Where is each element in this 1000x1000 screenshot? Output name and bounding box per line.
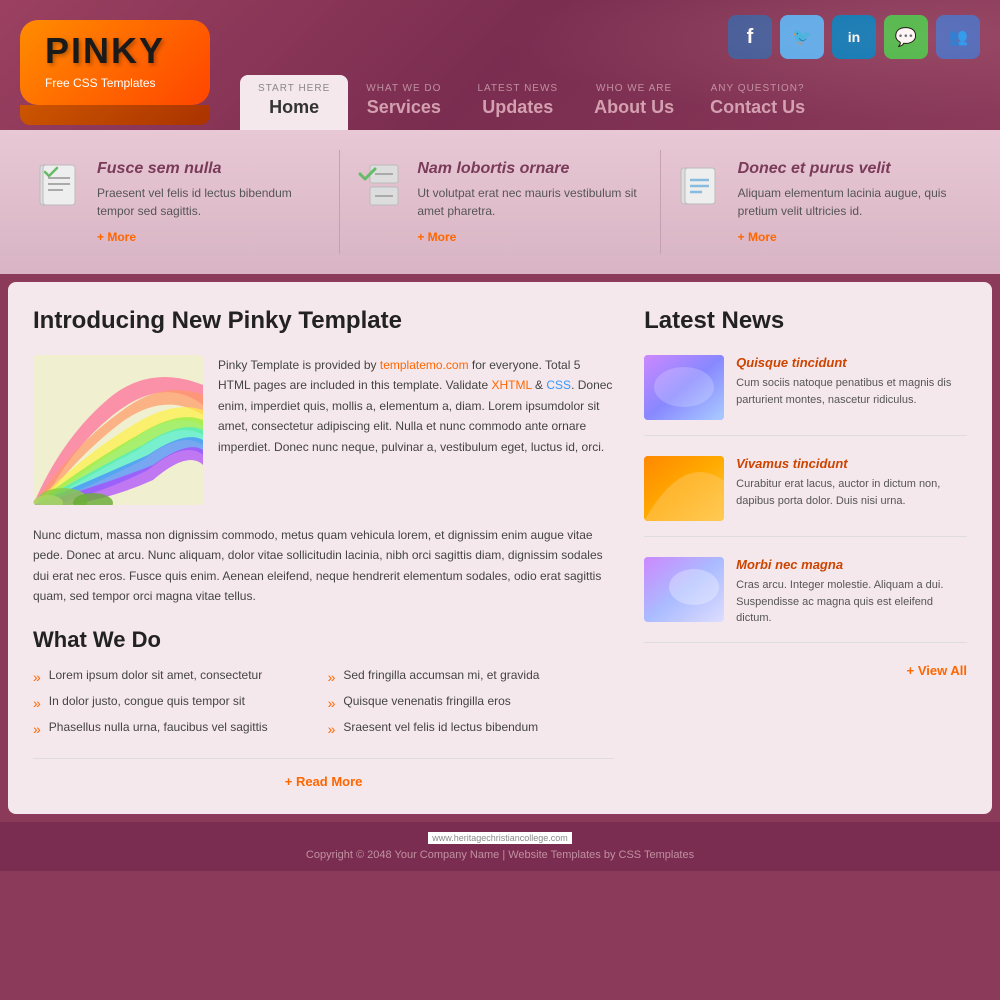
feature-1-desc: Praesent vel felis id lectus bibendum te… (97, 184, 324, 220)
wwd-arrow-3: » (33, 720, 41, 738)
wwd-list: » Lorem ipsum dolor sit amet, consectetu… (33, 668, 614, 739)
left-column: Introducing New Pinky Template (33, 307, 614, 789)
feature-1-icon (35, 160, 85, 210)
news-item-1: Quisque tincidunt Cum sociis natoque pen… (644, 355, 967, 436)
news-title-1[interactable]: Quisque tincidunt (736, 355, 967, 370)
latest-news-title: Latest News (644, 307, 967, 335)
intro-body: Pinky Template is provided by templatemo… (33, 355, 614, 505)
news-content-3: Morbi nec magna Cras arcu. Integer moles… (736, 557, 967, 627)
wwd-arrow-4: » (328, 668, 336, 686)
header: PINKY Free CSS Templates f 🐦 in 💬 👥 STAR… (0, 0, 1000, 130)
main-content: Introducing New Pinky Template (8, 282, 992, 814)
view-all-button[interactable]: + View All (644, 663, 967, 678)
news-content-1: Quisque tincidunt Cum sociis natoque pen… (736, 355, 967, 420)
feature-3: Donec et purus velit Aliquam elementum l… (661, 150, 980, 254)
wwd-arrow-6: » (328, 720, 336, 738)
news-title-2[interactable]: Vivamus tincidunt (736, 456, 967, 471)
watermark: www.heritagechristiancollege.com (428, 832, 572, 844)
nav-updates[interactable]: LATEST NEWS Updates (459, 75, 576, 130)
footer: www.heritagechristiancollege.com Copyrig… (0, 822, 1000, 871)
news-content-2: Vivamus tincidunt Curabitur erat lacus, … (736, 456, 967, 521)
news-thumb-2 (644, 456, 724, 521)
templatemo-link[interactable]: templatemo.com (380, 358, 469, 372)
features-bar: Fusce sem nulla Praesent vel felis id le… (0, 130, 1000, 274)
feature-3-desc: Aliquam elementum lacinia augue, quis pr… (738, 184, 965, 220)
feature-2-desc: Ut volutpat erat nec mauris vestibulum s… (417, 184, 644, 220)
news-thumb-3 (644, 557, 724, 622)
what-we-do-title: What We Do (33, 627, 614, 653)
news-desc-3: Cras arcu. Integer molestie. Aliquam a d… (736, 577, 967, 627)
feature-2-icon (355, 160, 405, 210)
wwd-item-3: » Phasellus nulla urna, faucibus vel sag… (33, 720, 320, 738)
feature-3-icon (676, 160, 726, 210)
news-item-2: Vivamus tincidunt Curabitur erat lacus, … (644, 456, 967, 537)
copyright: Copyright © 2048 Your Company Name | Web… (10, 849, 990, 861)
intro-image (33, 355, 203, 505)
feature-1-title: Fusce sem nulla (97, 160, 324, 178)
read-more-button[interactable]: + Read More (33, 758, 614, 789)
news-title-3[interactable]: Morbi nec magna (736, 557, 967, 572)
feature-2: Nam lobortis ornare Ut volutpat erat nec… (340, 150, 660, 254)
feature-1: Fusce sem nulla Praesent vel felis id le… (20, 150, 340, 254)
news-item-3: Morbi nec magna Cras arcu. Integer moles… (644, 557, 967, 643)
feature-3-content: Donec et purus velit Aliquam elementum l… (738, 160, 965, 244)
nav-about[interactable]: WHO WE ARE About Us (576, 75, 692, 130)
social-icons: f 🐦 in 💬 👥 (728, 15, 980, 59)
intro-title: Introducing New Pinky Template (33, 307, 614, 335)
message-icon[interactable]: 💬 (884, 15, 928, 59)
news-desc-1: Cum sociis natoque penatibus et magnis d… (736, 375, 967, 408)
wwd-item-1: » Lorem ipsum dolor sit amet, consectetu… (33, 668, 320, 686)
wwd-item-4: » Sed fringilla accumsan mi, et gravida (328, 668, 615, 686)
nav-contact[interactable]: ANY QUESTION? Contact Us (692, 75, 823, 130)
nav-services[interactable]: WHAT WE DO Services (348, 75, 459, 130)
wwd-arrow-1: » (33, 668, 41, 686)
news-thumb-1 (644, 355, 724, 420)
feature-1-more[interactable]: + More (97, 230, 324, 244)
linkedin-icon[interactable]: in (832, 15, 876, 59)
intro-text-2: Nunc dictum, massa non dignissim commodo… (33, 525, 614, 607)
network-icon[interactable]: 👥 (936, 15, 980, 59)
intro-text-1: Pinky Template is provided by templatemo… (218, 355, 614, 505)
feature-1-content: Fusce sem nulla Praesent vel felis id le… (97, 160, 324, 244)
feature-3-more[interactable]: + More (738, 230, 965, 244)
wwd-item-2: » In dolor justo, congue quis tempor sit (33, 694, 320, 712)
logo-title: PINKY (45, 30, 185, 72)
feature-2-title: Nam lobortis ornare (417, 160, 644, 178)
logo-area: PINKY Free CSS Templates (20, 20, 210, 105)
feature-2-content: Nam lobortis ornare Ut volutpat erat nec… (417, 160, 644, 244)
news-desc-2: Curabitur erat lacus, auctor in dictum n… (736, 476, 967, 509)
feature-2-more[interactable]: + More (417, 230, 644, 244)
right-column: Latest News Quisque t (644, 307, 967, 789)
wwd-item-6: » Sraesent vel felis id lectus bibendum (328, 720, 615, 738)
wwd-arrow-2: » (33, 694, 41, 712)
logo-tagline: Free CSS Templates (45, 76, 185, 90)
feature-3-title: Donec et purus velit (738, 160, 965, 178)
wwd-arrow-5: » (328, 694, 336, 712)
nav-home[interactable]: START HERE Home (240, 75, 348, 130)
facebook-icon[interactable]: f (728, 15, 772, 59)
wwd-item-5: » Quisque venenatis fringilla eros (328, 694, 615, 712)
twitter-icon[interactable]: 🐦 (780, 15, 824, 59)
